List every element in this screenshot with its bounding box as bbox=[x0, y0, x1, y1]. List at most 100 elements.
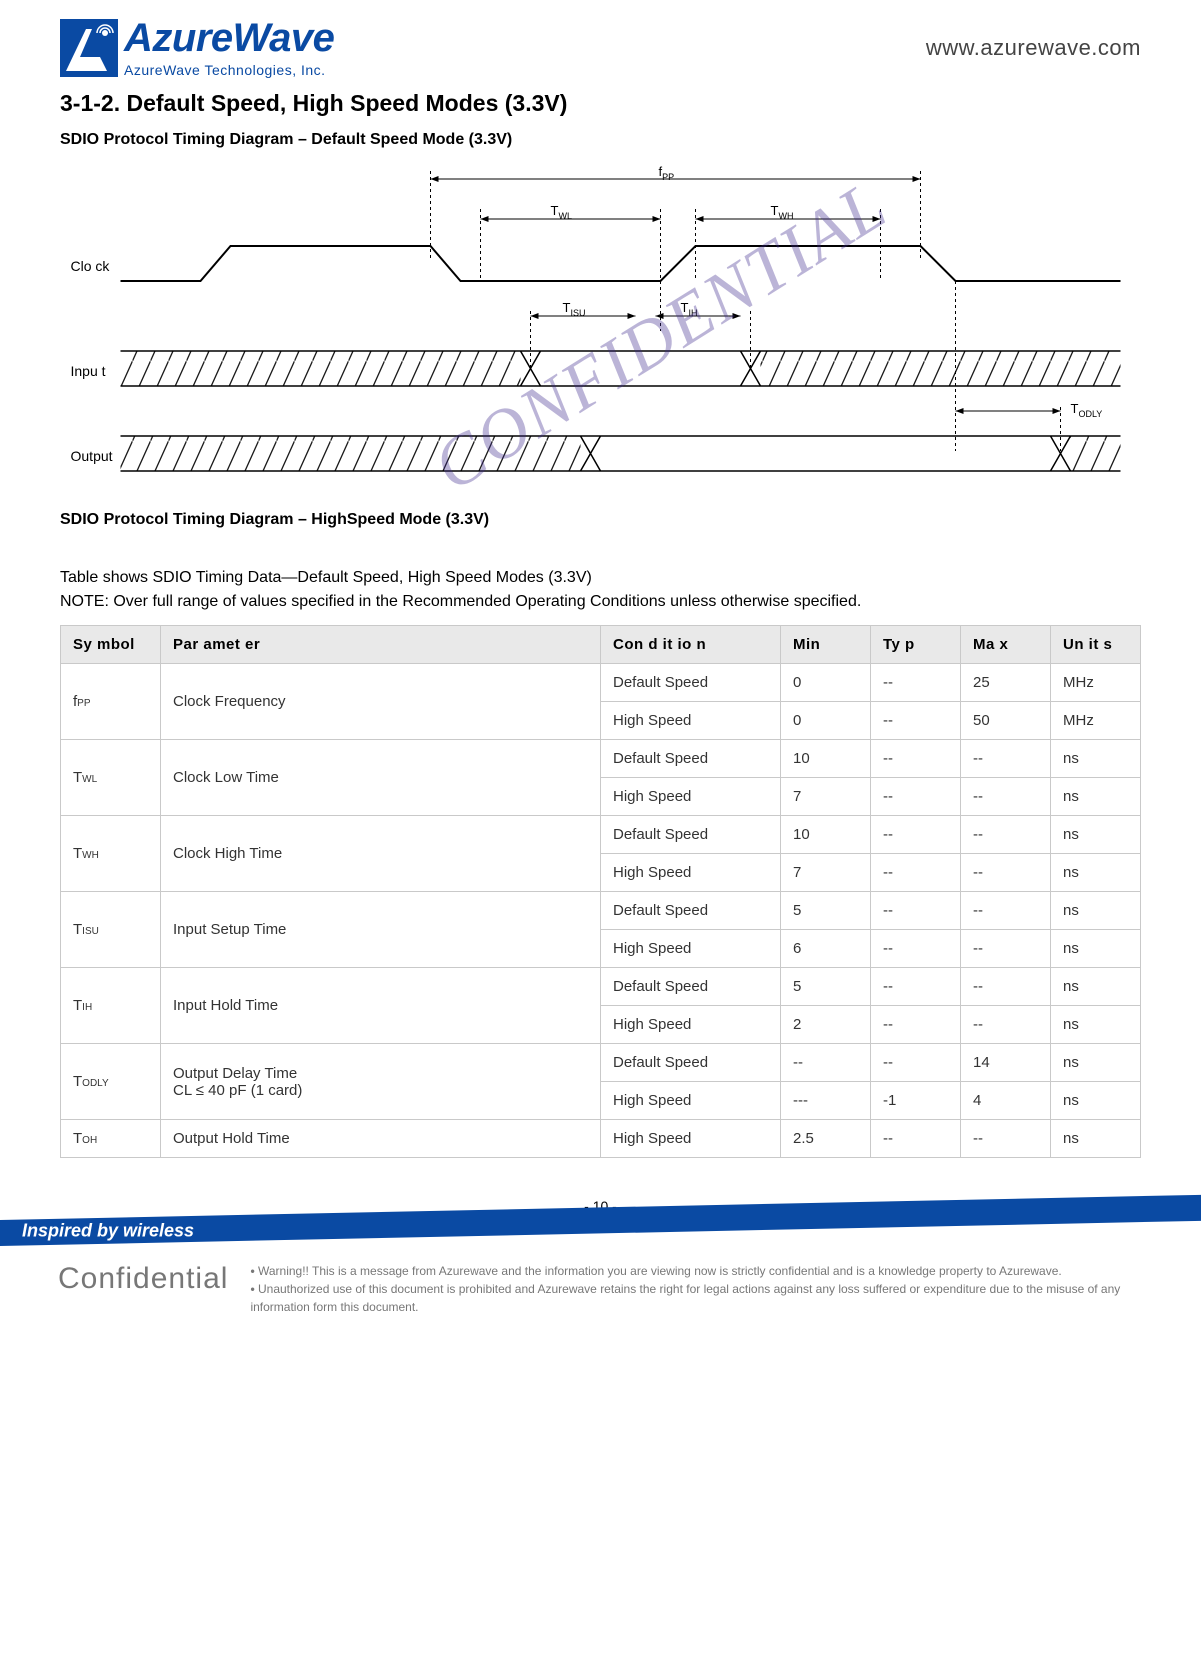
col-symbol: Sy mbol bbox=[61, 626, 161, 664]
confidential-label: Confidential bbox=[58, 1262, 228, 1296]
cell-parameter: Clock High Time bbox=[161, 816, 601, 892]
cell-units: ns bbox=[1051, 968, 1141, 1006]
cell-max: -- bbox=[961, 930, 1051, 968]
table-caption: Table shows SDIO Timing Data—Default Spe… bbox=[60, 569, 1141, 587]
cell-typ: -- bbox=[871, 1120, 961, 1158]
cell-min: 2.5 bbox=[781, 1120, 871, 1158]
cell-units: ns bbox=[1051, 930, 1141, 968]
cell-symbol: TISU bbox=[61, 892, 161, 968]
cell-cond: Default Speed bbox=[601, 1044, 781, 1082]
cell-symbol: TOH bbox=[61, 1120, 161, 1158]
cell-units: ns bbox=[1051, 816, 1141, 854]
cell-parameter: Output Hold Time bbox=[161, 1120, 601, 1158]
cell-cond: Default Speed bbox=[601, 664, 781, 702]
table-row: TISUInput Setup TimeDefault Speed5----ns bbox=[61, 892, 1141, 930]
section-heading: 3-1-2. Default Speed, High Speed Modes (… bbox=[60, 90, 1141, 117]
cell-min: 0 bbox=[781, 664, 871, 702]
cell-cond: High Speed bbox=[601, 778, 781, 816]
cell-cond: High Speed bbox=[601, 1120, 781, 1158]
col-min: Min bbox=[781, 626, 871, 664]
cell-min: -- bbox=[781, 1044, 871, 1082]
footer-warnings: Warning!! This is a message from Azurewa… bbox=[250, 1262, 1177, 1316]
cell-max: -- bbox=[961, 778, 1051, 816]
cell-max: 50 bbox=[961, 702, 1051, 740]
cell-typ: -- bbox=[871, 854, 961, 892]
cell-max: -- bbox=[961, 1006, 1051, 1044]
cell-typ: -1 bbox=[871, 1082, 961, 1120]
cell-cond: Default Speed bbox=[601, 892, 781, 930]
cell-symbol: TWL bbox=[61, 740, 161, 816]
table-row: TWLClock Low TimeDefault Speed10----ns bbox=[61, 740, 1141, 778]
subheading-1: SDIO Protocol Timing Diagram – Default S… bbox=[60, 131, 1141, 149]
cell-typ: -- bbox=[871, 778, 961, 816]
table-note: NOTE: Over full range of values specifie… bbox=[60, 593, 1141, 611]
cell-cond: High Speed bbox=[601, 702, 781, 740]
cell-max: -- bbox=[961, 892, 1051, 930]
svg-text:Clo ck: Clo ck bbox=[71, 258, 111, 274]
cell-parameter: Input Setup Time bbox=[161, 892, 601, 968]
cell-max: 4 bbox=[961, 1082, 1051, 1120]
col-parameter: Par amet er bbox=[161, 626, 601, 664]
logo-icon bbox=[60, 19, 118, 77]
cell-max: 25 bbox=[961, 664, 1051, 702]
timing-diagram: fPP TWL TWH Clo ck TISU TIH bbox=[60, 161, 1141, 481]
footer-warning-1: Warning!! This is a message from Azurewa… bbox=[250, 1262, 1177, 1280]
cell-units: ns bbox=[1051, 1120, 1141, 1158]
cell-max: -- bbox=[961, 740, 1051, 778]
svg-text:TISU: TISU bbox=[563, 300, 586, 318]
table-row: TOHOutput Hold TimeHigh Speed2.5----ns bbox=[61, 1120, 1141, 1158]
cell-symbol: fPP bbox=[61, 664, 161, 740]
cell-min: 2 bbox=[781, 1006, 871, 1044]
table-row: fPPClock FrequencyDefault Speed0--25MHz bbox=[61, 664, 1141, 702]
cell-symbol: TODLY bbox=[61, 1044, 161, 1120]
cell-typ: -- bbox=[871, 968, 961, 1006]
cell-units: MHz bbox=[1051, 702, 1141, 740]
cell-typ: -- bbox=[871, 702, 961, 740]
cell-typ: -- bbox=[871, 740, 961, 778]
cell-cond: Default Speed bbox=[601, 740, 781, 778]
cell-min: 10 bbox=[781, 740, 871, 778]
svg-text:Output: Output bbox=[71, 448, 113, 464]
timing-data-table: Sy mbol Par amet er Con d it io n Min Ty… bbox=[60, 625, 1141, 1158]
cell-units: MHz bbox=[1051, 664, 1141, 702]
svg-text:TIH: TIH bbox=[681, 300, 698, 318]
cell-max: -- bbox=[961, 854, 1051, 892]
logo-block: AzureWave AzureWave Technologies, Inc. bbox=[60, 18, 334, 78]
table-header-row: Sy mbol Par amet er Con d it io n Min Ty… bbox=[61, 626, 1141, 664]
svg-text:Inpu t: Inpu t bbox=[71, 363, 106, 379]
cell-cond: High Speed bbox=[601, 854, 781, 892]
cell-symbol: TWH bbox=[61, 816, 161, 892]
cell-max: -- bbox=[961, 816, 1051, 854]
cell-typ: -- bbox=[871, 1006, 961, 1044]
cell-cond: High Speed bbox=[601, 930, 781, 968]
company-url: www.azurewave.com bbox=[926, 35, 1141, 61]
svg-text:TWH: TWH bbox=[771, 203, 794, 221]
logo-subtitle: AzureWave Technologies, Inc. bbox=[124, 62, 334, 78]
cell-parameter: Output Delay TimeCL ≤ 40 pF (1 card) bbox=[161, 1044, 601, 1120]
col-units: Un it s bbox=[1051, 626, 1141, 664]
col-typ: Ty p bbox=[871, 626, 961, 664]
cell-min: --- bbox=[781, 1082, 871, 1120]
col-max: Ma x bbox=[961, 626, 1051, 664]
cell-parameter: Clock Frequency bbox=[161, 664, 601, 740]
cell-typ: -- bbox=[871, 930, 961, 968]
svg-text:TWL: TWL bbox=[551, 203, 572, 221]
footer-tagline: Inspired by wireless bbox=[22, 1220, 194, 1241]
col-condition: Con d it io n bbox=[601, 626, 781, 664]
cell-min: 5 bbox=[781, 892, 871, 930]
cell-min: 7 bbox=[781, 854, 871, 892]
cell-units: ns bbox=[1051, 1044, 1141, 1082]
subheading-2: SDIO Protocol Timing Diagram – HighSpeed… bbox=[60, 511, 1141, 529]
cell-symbol: TIH bbox=[61, 968, 161, 1044]
footer-warning-2: Unauthorized use of this document is pro… bbox=[250, 1280, 1177, 1316]
cell-units: ns bbox=[1051, 740, 1141, 778]
cell-max: -- bbox=[961, 968, 1051, 1006]
table-row: TODLYOutput Delay TimeCL ≤ 40 pF (1 card… bbox=[61, 1044, 1141, 1082]
cell-max: 14 bbox=[961, 1044, 1051, 1082]
cell-units: ns bbox=[1051, 892, 1141, 930]
cell-typ: -- bbox=[871, 1044, 961, 1082]
cell-parameter: Input Hold Time bbox=[161, 968, 601, 1044]
table-row: TIHInput Hold TimeDefault Speed5----ns bbox=[61, 968, 1141, 1006]
cell-min: 6 bbox=[781, 930, 871, 968]
logo-brand-text: AzureWave bbox=[124, 18, 334, 58]
